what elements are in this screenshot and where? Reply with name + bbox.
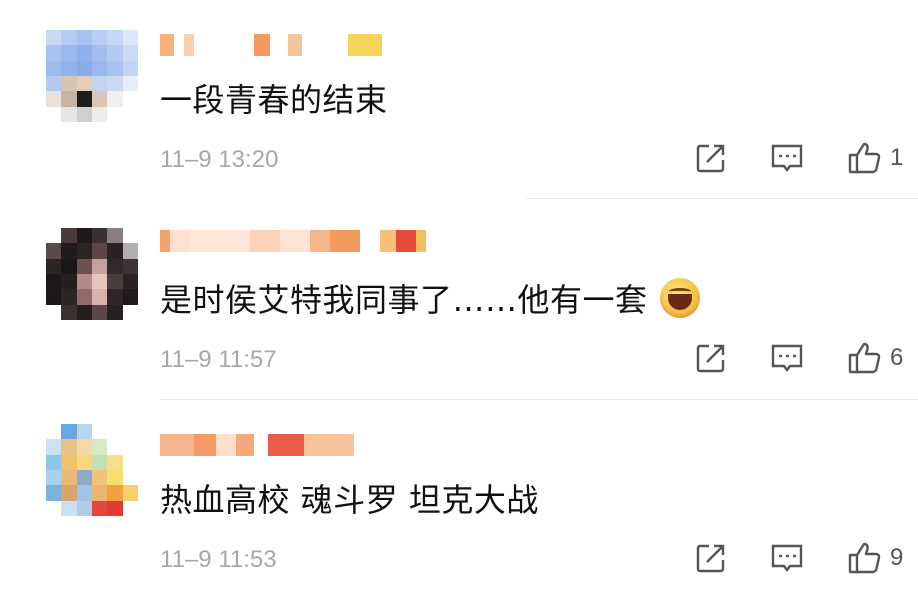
thumbs-up-icon	[848, 142, 881, 174]
avatar[interactable]	[46, 424, 138, 516]
comment-item: 是时侯艾特我同事了……他有一套 11–9 11:57 6	[0, 200, 918, 400]
like-count: 1	[890, 144, 904, 171]
comment-actions: 9	[694, 540, 904, 576]
comment-actions: 6	[694, 340, 904, 376]
like-button[interactable]: 9	[846, 540, 904, 576]
comment-divider	[526, 198, 918, 199]
avatar[interactable]	[46, 228, 138, 320]
comment-text: 一段青春的结束	[160, 81, 388, 119]
comment-icon	[771, 144, 803, 172]
like-count: 9	[890, 544, 904, 571]
share-button[interactable]	[694, 141, 728, 175]
share-button[interactable]	[694, 541, 728, 575]
comment-actions: 1	[694, 140, 904, 176]
username-redacted[interactable]	[160, 230, 426, 252]
share-button[interactable]	[694, 341, 728, 375]
like-button[interactable]: 1	[846, 140, 904, 176]
comment-text: 是时侯艾特我同事了……他有一套	[160, 276, 700, 320]
comment-icon	[771, 344, 803, 372]
share-icon	[696, 344, 725, 373]
laughing-emoji	[659, 278, 700, 318]
comment-timestamp: 11–9 11:57	[160, 346, 277, 373]
comment-text: 热血高校 魂斗罗 坦克大战	[160, 481, 539, 519]
username-redacted[interactable]	[160, 434, 354, 456]
share-icon	[696, 144, 725, 173]
avatar[interactable]	[46, 30, 138, 122]
comment-timestamp: 11–9 11:53	[160, 546, 277, 573]
comment-item: 热血高校 魂斗罗 坦克大战 11–9 11:53 9	[0, 400, 918, 592]
thumbs-up-icon	[848, 342, 881, 374]
like-button[interactable]: 6	[846, 340, 904, 376]
share-icon	[696, 544, 725, 573]
comment-item: 一段青春的结束 11–9 13:20 1	[0, 0, 918, 200]
comment-icon	[771, 544, 803, 572]
thumbs-up-icon	[848, 542, 881, 574]
comment-timestamp: 11–9 13:20	[160, 146, 279, 173]
like-count: 6	[890, 344, 904, 371]
reply-button[interactable]	[770, 541, 804, 575]
reply-button[interactable]	[770, 141, 804, 175]
reply-button[interactable]	[770, 341, 804, 375]
username-redacted[interactable]	[160, 34, 382, 56]
